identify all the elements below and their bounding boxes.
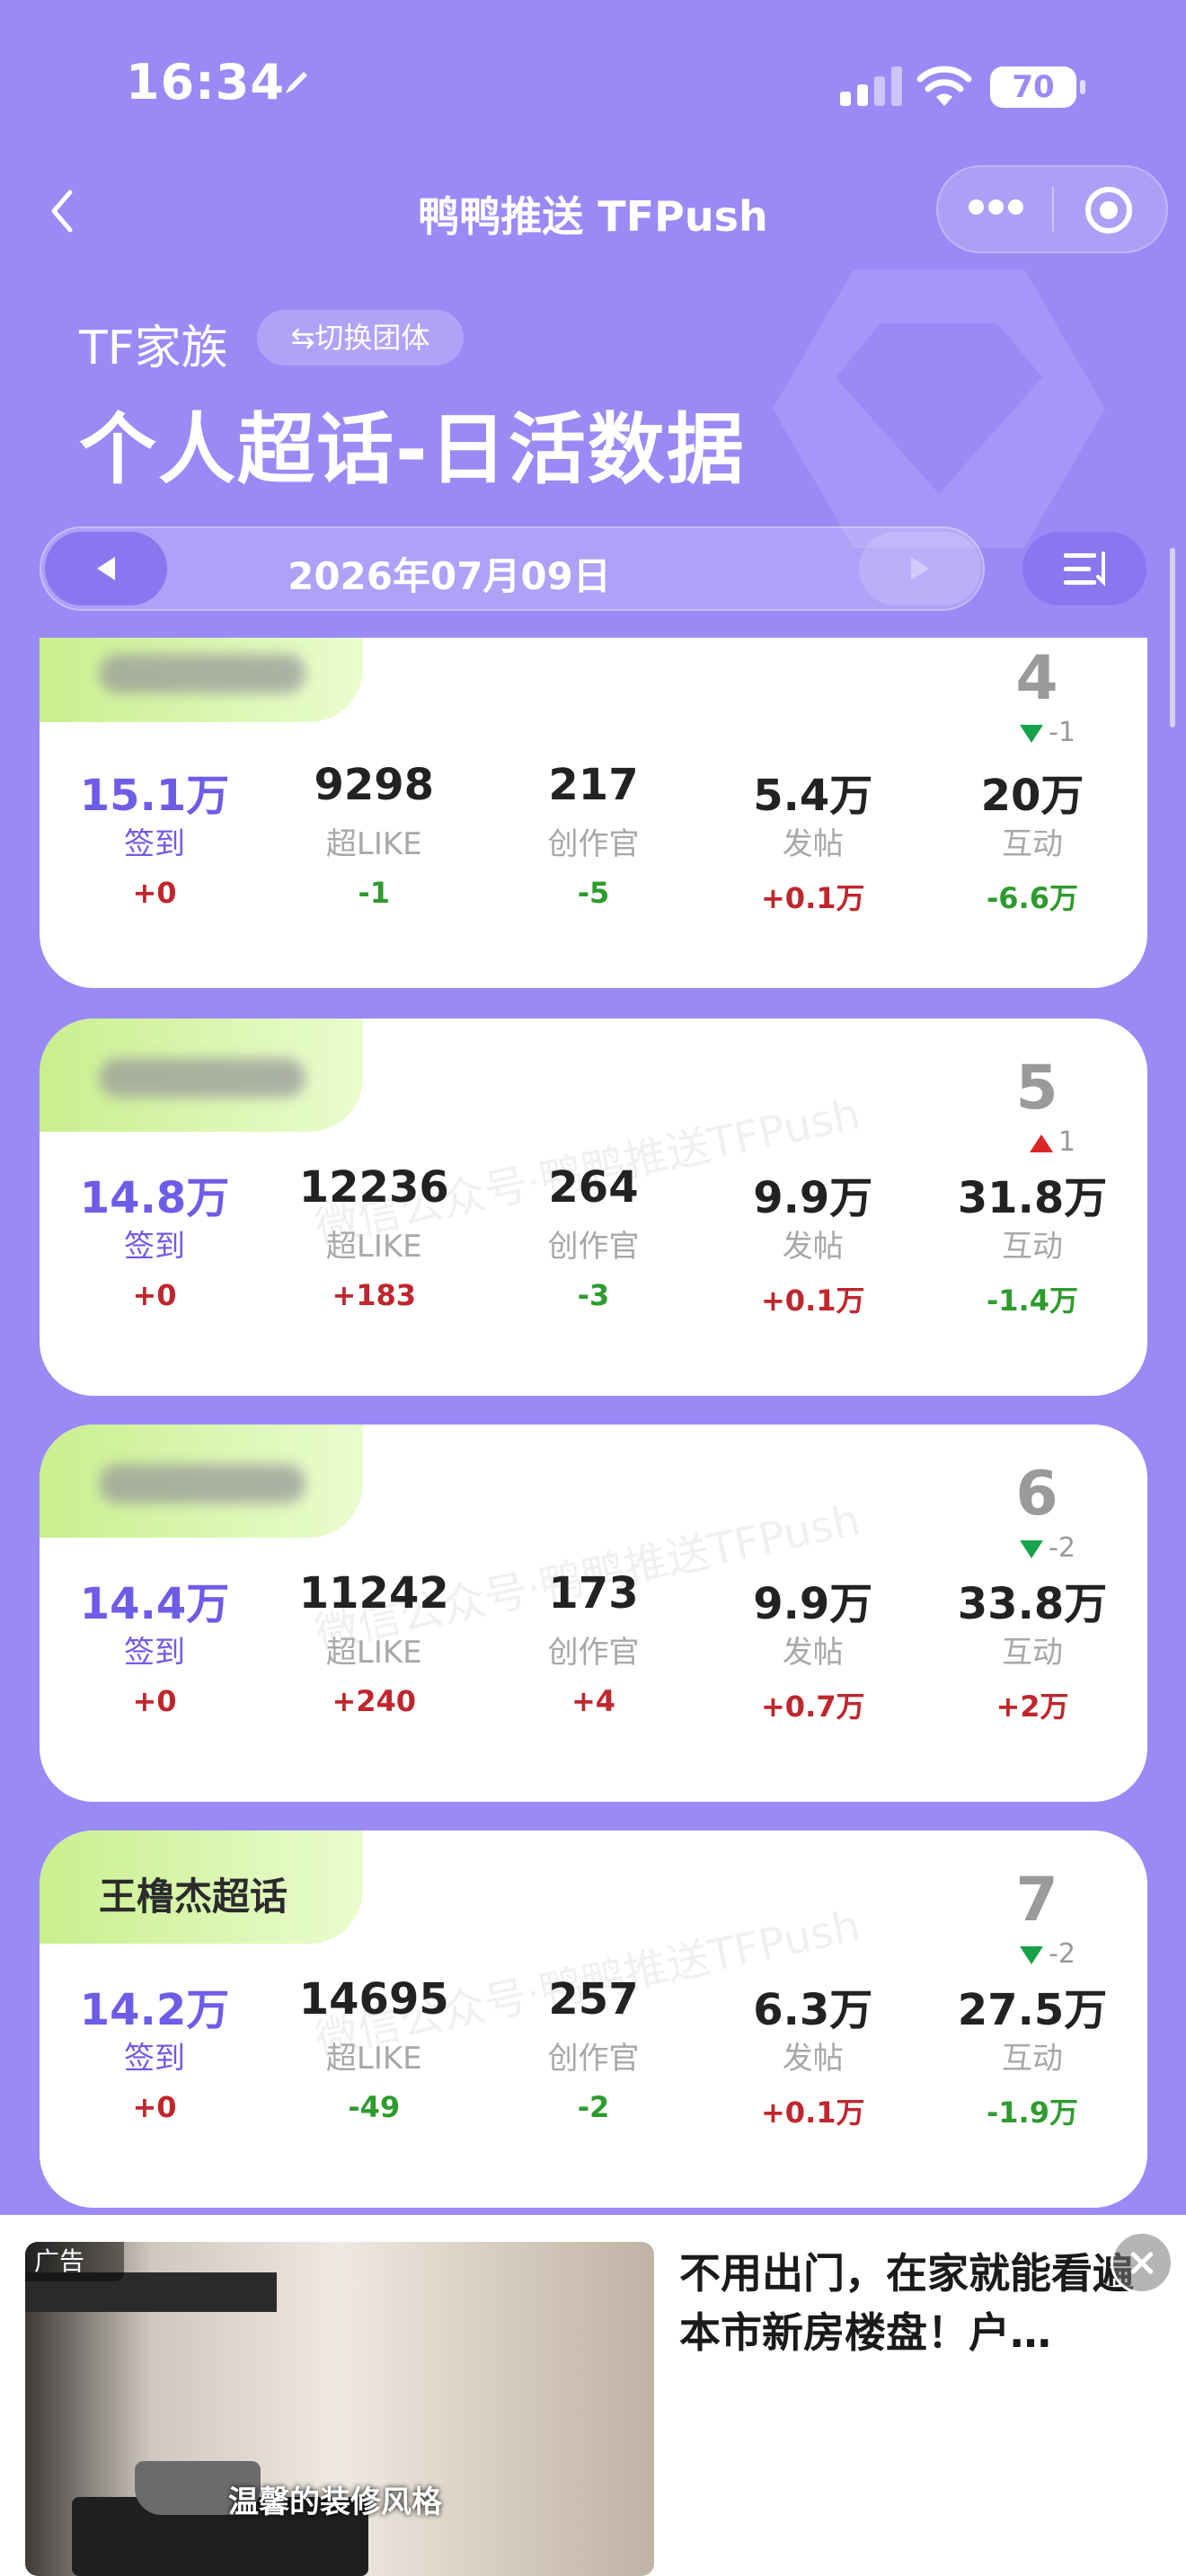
stat-checkin: 14.2万 签到 +0 xyxy=(79,1985,230,2124)
stat-creator: 257 创作官 -2 xyxy=(547,1974,640,2124)
stat-superlike: 12236 超LIKE +183 xyxy=(298,1162,449,1312)
current-date[interactable]: 2026年07月09日 xyxy=(216,546,683,601)
ad-headline[interactable]: 不用出门，在家就能看遍本市新房楼盘！户… xyxy=(679,2244,1146,2362)
stats-row: 14.8万 签到 +0 12236 超LIKE +183 264 创作官 -3 9.9万 发帖… xyxy=(40,1162,1147,1319)
stat-creator: 264 创作官 -3 xyxy=(547,1162,640,1312)
stat-interaction: 31.8万 互动 -1.4万 xyxy=(957,1173,1108,1318)
rank-change: -1 xyxy=(1020,717,1075,748)
stats-row: 14.4万 签到 +0 11242 超LIKE +240 173 创作官 +4 9.9万 发帖… xyxy=(40,1568,1147,1725)
status-bar: 16:34 70 xyxy=(0,0,1186,171)
ranking-card[interactable]: 王橹杰超话 微信公众号·鸭鸭推送TFPush 7 -2 14.2万 签到 +0 14… xyxy=(40,1831,1147,2208)
pencil-icon xyxy=(286,72,307,93)
stat-interaction: 27.5万 互动 -1.9万 xyxy=(957,1985,1108,2130)
blurred-name xyxy=(99,1058,305,1098)
rank-down-icon xyxy=(1020,1539,1044,1558)
stat-superlike: 11242 超LIKE +240 xyxy=(298,1568,449,1718)
ranking-card[interactable]: 微信公众号·鸭鸭推送TFPush 5 1 14.8万 签到 +0 12236 超LIK… xyxy=(40,1019,1147,1396)
stat-posts: 9.9万 发帖 +0.7万 xyxy=(753,1579,873,1724)
blurred-name xyxy=(99,1464,305,1504)
rank-change: 1 xyxy=(1029,1126,1075,1158)
rank-number: 7 xyxy=(1015,1865,1058,1936)
topic-name: 王橹杰超话 xyxy=(99,1875,288,1919)
sort-icon xyxy=(1064,551,1105,587)
ranking-card[interactable]: 微信公众号·鸭鸭推送TFPush 6 -2 14.4万 签到 +0 11242 超LI… xyxy=(40,1425,1147,1802)
stat-checkin: 14.4万 签到 +0 xyxy=(79,1579,230,1718)
ad-label[interactable]: 广告 xyxy=(25,2242,124,2281)
previous-date-button[interactable] xyxy=(45,532,167,605)
ranking-card[interactable]: 4 -1 15.1万 签到 +0 9298 超LIKE -1 217 创作官 -5 5.4万… xyxy=(40,638,1147,988)
rank-number: 4 xyxy=(1015,643,1058,714)
stat-posts: 6.3万 发帖 +0.1万 xyxy=(753,1985,873,2130)
group-family-name: TF家族 xyxy=(79,322,228,375)
sort-button[interactable] xyxy=(1022,532,1146,605)
stat-interaction: 20万 互动 -6.6万 xyxy=(980,771,1084,915)
stat-interaction: 33.8万 互动 +2万 xyxy=(957,1579,1108,1724)
rank-change: -2 xyxy=(1020,1532,1075,1564)
stat-superlike: 14695 超LIKE -49 xyxy=(298,1974,449,2124)
triangle-left-icon xyxy=(97,557,115,580)
scrollbar[interactable] xyxy=(1170,548,1175,728)
next-date-button[interactable] xyxy=(859,532,981,605)
nav-title: 鸭鸭推送 TFPush xyxy=(418,192,768,241)
more-options-icon[interactable] xyxy=(969,199,1024,219)
blurred-name xyxy=(99,654,305,693)
cellular-signal-icon xyxy=(840,65,903,106)
close-mini-program-icon[interactable] xyxy=(1085,187,1132,234)
stats-row: 14.2万 签到 +0 14695 超LIKE -49 257 创作官 -2 6.3万 发帖 +… xyxy=(40,1974,1147,2131)
stat-checkin: 15.1万 签到 +0 xyxy=(79,771,230,910)
rank-change: -2 xyxy=(1020,1938,1075,1970)
ad-caption: 温馨的装修风格 xyxy=(228,2484,442,2520)
stat-posts: 9.9万 发帖 +0.1万 xyxy=(753,1173,873,1318)
rank-up-icon xyxy=(1029,1134,1053,1152)
status-time: 16:34 xyxy=(126,54,285,110)
stat-checkin: 14.8万 签到 +0 xyxy=(79,1173,230,1312)
close-icon[interactable] xyxy=(1111,2231,1173,2294)
capsule-divider xyxy=(1052,187,1054,232)
diamond-logo-decoration xyxy=(773,269,1105,548)
rank-down-icon xyxy=(1020,724,1044,743)
rank-down-icon xyxy=(1020,1945,1044,1964)
triangle-right-icon xyxy=(911,557,929,580)
stat-creator: 217 创作官 -5 xyxy=(547,760,640,910)
back-arrow-icon[interactable] xyxy=(40,180,84,243)
rank-number: 6 xyxy=(1015,1459,1058,1530)
stat-creator: 173 创作官 +4 xyxy=(547,1568,640,1718)
stat-posts: 5.4万 发帖 +0.1万 xyxy=(753,771,873,915)
page-title: 个人超话-日活数据 xyxy=(79,405,746,495)
switch-group-button[interactable]: ⇆切换团体 xyxy=(257,310,464,366)
battery-indicator: 70 xyxy=(990,66,1085,108)
stats-row: 15.1万 签到 +0 9298 超LIKE -1 217 创作官 -5 5.4万 发帖 +0.… xyxy=(40,760,1147,917)
rank-number: 5 xyxy=(1015,1053,1058,1124)
wifi-icon xyxy=(916,66,972,106)
stat-superlike: 9298 超LIKE -1 xyxy=(314,760,435,910)
